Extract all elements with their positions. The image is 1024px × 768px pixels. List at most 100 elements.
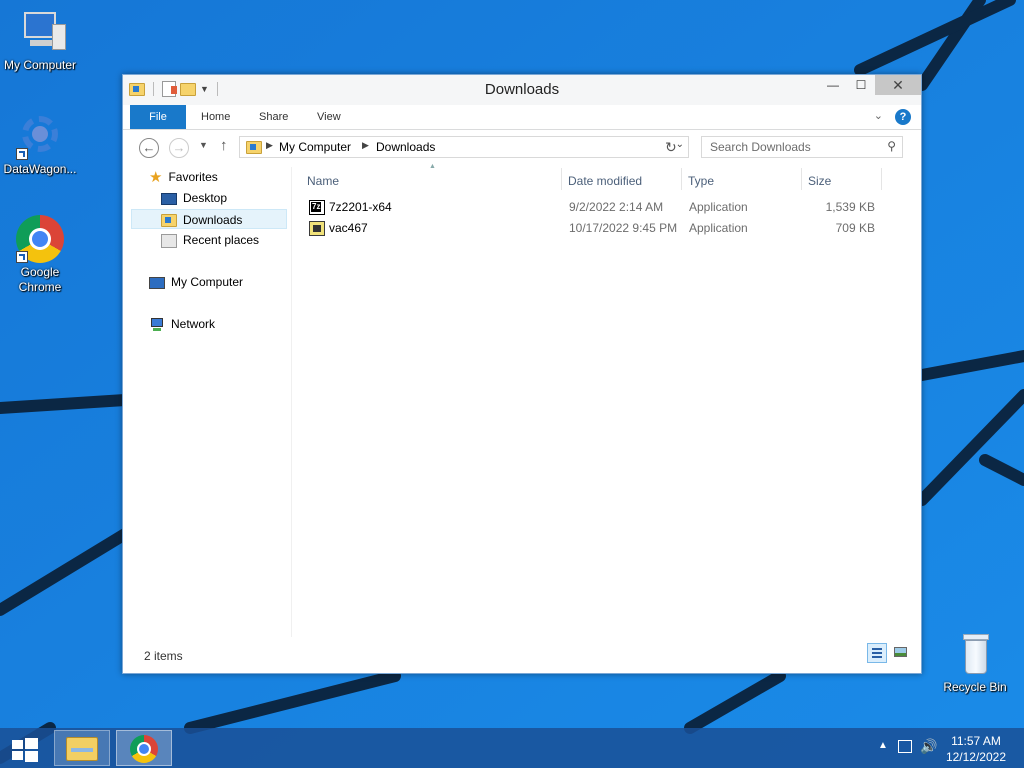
clock[interactable]: 11:57 AM 12/12/2022	[946, 733, 1006, 765]
shortcut-arrow-icon	[16, 148, 28, 160]
computer-icon	[16, 8, 66, 56]
windows-logo-icon	[12, 740, 23, 749]
shortcut-arrow-icon	[16, 251, 28, 263]
search-icon[interactable]: ⚲	[887, 139, 896, 153]
minimize-button[interactable]: —	[819, 75, 847, 95]
window-controls: — ☐ ✕	[819, 75, 921, 95]
navigation-pane: ★ Favorites Desktop Downloads Recent plac…	[123, 167, 292, 637]
nav-desktop[interactable]: Desktop	[161, 188, 227, 208]
chrome-icon	[130, 735, 158, 763]
recycle-bin-icon	[951, 630, 999, 678]
nav-label: Recent places	[183, 233, 260, 247]
desktop-icon-label: Recycle Bin	[943, 680, 1007, 694]
downloads-folder-icon	[246, 141, 262, 154]
application-icon	[309, 221, 325, 236]
show-hidden-icons-chevron-icon[interactable]: ▲	[878, 740, 888, 751]
breadcrumb-downloads[interactable]: Downloads	[376, 140, 435, 154]
file-date-modified: 9/2/2022 2:14 AM	[569, 200, 664, 214]
expand-ribbon-chevron-icon[interactable]: ⌄	[874, 109, 883, 122]
star-icon: ★	[149, 168, 163, 186]
taskbar: ▲ 🔊 11:57 AM 12/12/2022	[0, 728, 1024, 768]
taskbar-google-chrome[interactable]	[116, 730, 172, 766]
forward-button[interactable]: →	[169, 138, 189, 158]
taskbar-file-explorer[interactable]	[54, 730, 110, 766]
tab-share[interactable]: Share	[259, 105, 288, 129]
window-title: Downloads	[484, 81, 560, 98]
maximize-button[interactable]: ☐	[847, 75, 875, 95]
breadcrumb-my-computer[interactable]: My Computer	[279, 140, 351, 154]
search-box[interactable]: ⚲	[701, 136, 903, 158]
tab-file[interactable]: File	[130, 105, 186, 129]
network-status-icon[interactable]	[898, 740, 912, 753]
file-size: 709 KB	[835, 221, 875, 235]
desktop-icon-label: Google Chrome	[18, 265, 62, 294]
nav-favorites[interactable]: ★ Favorites	[149, 167, 218, 187]
nav-recent-places[interactable]: Recent places	[161, 230, 259, 250]
details-view-icon[interactable]	[867, 643, 887, 663]
tab-home[interactable]: Home	[201, 105, 230, 129]
address-bar[interactable]: ▶ My Computer ▶ Downloads ⌄	[239, 136, 689, 158]
start-button[interactable]	[10, 736, 38, 762]
volume-icon[interactable]: 🔊	[920, 738, 937, 755]
clock-date: 12/12/2022	[945, 750, 1006, 764]
windows-logo-icon	[12, 751, 23, 760]
column-divider[interactable]	[801, 168, 802, 190]
recent-locations-dropdown-icon[interactable]: ▼	[199, 140, 208, 150]
status-item-count: 2 items	[144, 649, 183, 663]
nav-label: Favorites	[168, 170, 218, 184]
nav-my-computer[interactable]: My Computer	[149, 272, 243, 292]
chrome-icon	[16, 215, 64, 263]
column-header-name[interactable]: Name	[307, 170, 339, 192]
computer-icon	[149, 276, 165, 289]
file-name: 7z2201-x64	[329, 200, 392, 214]
gear-icon	[16, 112, 64, 160]
desktop-icon-recycle-bin[interactable]: Recycle Bin	[935, 630, 1015, 695]
file-type: Application	[689, 221, 748, 235]
column-header-type[interactable]: Type	[688, 170, 714, 192]
file-explorer-icon	[66, 737, 98, 761]
desktop-icon-label: DataWagon...	[3, 162, 77, 176]
up-arrow-icon[interactable]: ↑	[220, 137, 228, 154]
recent-places-icon	[161, 233, 177, 248]
title-bar[interactable]: ▼ Downloads — ☐ ✕	[123, 75, 921, 105]
breadcrumb-separator-icon[interactable]: ▶	[266, 140, 273, 151]
file-row[interactable]: vac467 10/17/2022 9:45 PM Application 70…	[303, 218, 883, 239]
tab-view[interactable]: View	[317, 105, 341, 129]
explorer-window: ▼ Downloads — ☐ ✕ File Home Share View ⌄…	[122, 74, 922, 674]
desktop-icon-datawagon[interactable]: DataWagon...	[0, 112, 80, 177]
desktop-icon-label: My Computer	[3, 58, 77, 72]
desktop-icon-google-chrome[interactable]: Google Chrome	[0, 215, 80, 295]
file-type: Application	[689, 200, 748, 214]
nav-label: Network	[171, 317, 216, 331]
clock-time: 11:57 AM	[951, 734, 1001, 748]
nav-downloads[interactable]: Downloads	[131, 209, 287, 229]
ribbon-tabs: File Home Share View ⌄ ?	[123, 105, 921, 130]
column-divider[interactable]	[881, 168, 882, 190]
file-size: 1,539 KB	[825, 200, 875, 214]
breadcrumb-separator-icon[interactable]: ▶	[362, 140, 369, 151]
windows-logo-icon	[25, 751, 38, 762]
navigation-bar: ← → ▼ ↑ ▶ My Computer ▶ Downloads ⌄ ↻ ⚲	[123, 130, 921, 164]
column-header-date-modified[interactable]: Date modified	[568, 170, 642, 192]
file-row[interactable]: 7z2201-x64 9/2/2022 2:14 AM Application …	[303, 197, 883, 218]
downloads-folder-icon	[161, 214, 177, 228]
close-button[interactable]: ✕	[875, 75, 921, 95]
file-date-modified: 10/17/2022 9:45 PM	[569, 221, 678, 235]
column-divider[interactable]	[561, 168, 562, 190]
large-icons-view-icon[interactable]	[891, 643, 911, 663]
7zip-icon	[309, 200, 325, 215]
refresh-icon[interactable]: ↻	[665, 139, 677, 156]
desktop-icon-my-computer[interactable]: My Computer	[0, 8, 80, 73]
network-icon	[149, 317, 165, 332]
column-divider[interactable]	[681, 168, 682, 190]
column-header-size[interactable]: Size	[808, 170, 831, 192]
address-history-dropdown-icon[interactable]: ⌄	[676, 139, 684, 150]
search-input[interactable]	[702, 137, 880, 157]
help-icon[interactable]: ?	[895, 109, 911, 125]
nav-label: My Computer	[171, 275, 244, 289]
nav-network[interactable]: Network	[149, 314, 215, 334]
file-name: vac467	[329, 221, 368, 235]
nav-label: Desktop	[183, 191, 228, 205]
back-button[interactable]: ←	[139, 138, 159, 158]
nav-label: Downloads	[183, 213, 243, 227]
